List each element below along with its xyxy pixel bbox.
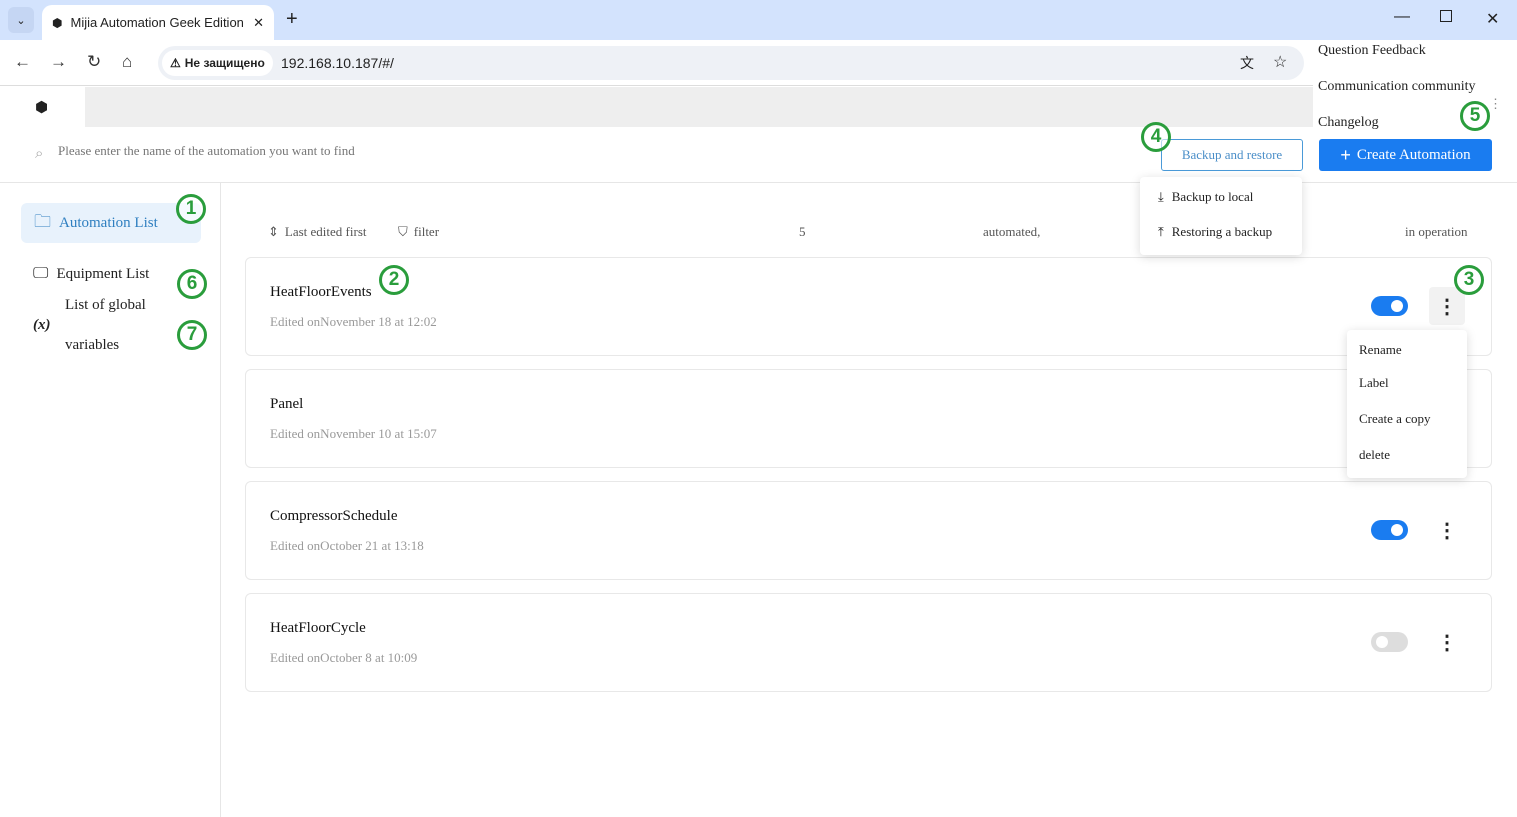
automation-edited: Edited onOctober 8 at 10:09: [270, 650, 418, 665]
app-logo-icon: ⬢: [35, 100, 49, 116]
label-item[interactable]: Label: [1347, 375, 1401, 391]
menu-communication-community[interactable]: Communication community: [1318, 79, 1476, 95]
automation-card[interactable]: CompressorSchedule Edited onOctober 21 a…: [245, 481, 1492, 580]
backup-menu: ⤓ Backup to local ⤒ Restoring a backup: [1140, 177, 1302, 255]
menu-label: Restoring a backup: [1171, 224, 1273, 239]
security-chip[interactable]: ⚠ Не защищено: [162, 50, 273, 76]
automation-edited: Edited onNovember 10 at 15:07: [270, 426, 437, 441]
tab-list-button[interactable]: ⌄: [8, 7, 34, 33]
more-options-icon[interactable]: ⋮: [1429, 287, 1465, 325]
annotation-marker: 3: [1454, 265, 1484, 295]
delete-item[interactable]: delete: [1347, 447, 1402, 463]
translate-icon[interactable]: 文: [1240, 53, 1254, 73]
annotation-marker: 6: [177, 269, 207, 299]
filter-label: filter: [413, 224, 440, 239]
enable-toggle[interactable]: [1371, 296, 1408, 316]
maximize-button[interactable]: [1440, 10, 1452, 22]
menu-label: Backup to local: [1171, 189, 1254, 204]
url-text[interactable]: 192.168.10.187/#/: [281, 55, 394, 71]
context-menu: Rename Label Create a copy delete: [1347, 330, 1467, 478]
reload-icon[interactable]: ↻: [87, 52, 101, 72]
automation-name: CompressorSchedule: [270, 508, 398, 524]
download-icon: ⤓: [1158, 189, 1164, 204]
automation-card[interactable]: Panel Edited onNovember 10 at 15:07: [245, 369, 1492, 468]
devices-icon: 🖵: [33, 265, 49, 282]
sidebar-label: variables: [65, 337, 120, 353]
upload-icon: ⤒: [1158, 224, 1164, 239]
more-options-icon[interactable]: ⋮: [1429, 511, 1465, 549]
count-label: automated,: [983, 224, 1041, 239]
tab-title: Mijia Automation Geek Edition: [70, 15, 244, 30]
automation-edited: Edited onNovember 18 at 12:02: [270, 314, 437, 329]
filter-button[interactable]: ⛉ filter: [398, 224, 439, 240]
sidebar-label: List of global: [65, 297, 146, 313]
sidebar-item-equipment-list[interactable]: 🖵 Equipment List: [33, 265, 149, 283]
bookmark-star-icon[interactable]: ☆: [1273, 52, 1287, 72]
annotation-marker: 2: [379, 265, 409, 295]
enable-toggle[interactable]: [1371, 520, 1408, 540]
annotation-marker: 7: [177, 320, 207, 350]
close-tab-icon[interactable]: ✕: [253, 15, 264, 31]
menu-question-feedback[interactable]: Question Feedback: [1318, 43, 1426, 59]
automation-edited: Edited onOctober 21 at 13:18: [270, 538, 424, 553]
sort-button[interactable]: ⇕ Last edited first: [268, 224, 367, 240]
variable-icon: (x): [33, 317, 51, 333]
close-window-button[interactable]: ✕: [1486, 9, 1499, 29]
annotation-marker: 1: [176, 194, 206, 224]
sidebar-label: Automation List: [59, 214, 158, 231]
favicon-icon: ⬢: [52, 15, 63, 30]
sidebar-label: Equipment List: [56, 265, 150, 282]
header-more-icon[interactable]: ⋮: [1489, 96, 1502, 112]
create-automation-button[interactable]: + Create Automation: [1319, 139, 1492, 171]
rename-item[interactable]: Rename: [1347, 342, 1414, 358]
enable-toggle[interactable]: [1371, 632, 1408, 652]
create-automation-label: Create Automation: [1356, 146, 1471, 163]
automation-name: HeatFloorEvents: [270, 284, 372, 300]
restore-backup-item[interactable]: ⤒ Restoring a backup: [1146, 222, 1284, 242]
home-icon[interactable]: ⌂: [122, 52, 132, 72]
automation-count: 5: [799, 224, 806, 239]
backup-to-local-item[interactable]: ⤓ Backup to local: [1146, 187, 1265, 207]
status-label: in operation: [1405, 224, 1468, 239]
annotation-marker: 4: [1141, 122, 1171, 152]
copy-item[interactable]: Create a copy: [1347, 411, 1442, 427]
forward-icon[interactable]: →: [50, 52, 67, 72]
automation-name: HeatFloorCycle: [270, 620, 366, 636]
plus-icon: +: [1340, 144, 1351, 165]
back-icon[interactable]: ←: [14, 52, 31, 72]
folder-icon: 🗀: [34, 211, 51, 231]
search-input[interactable]: [58, 143, 658, 159]
warning-icon: ⚠: [170, 56, 181, 70]
backup-restore-button[interactable]: Backup and restore: [1161, 139, 1303, 171]
browser-tab[interactable]: ⬢ Mijia Automation Geek Edition ✕: [42, 5, 274, 40]
sidebar-item-automation-list[interactable]: 🗀 Automation List: [21, 203, 201, 243]
sort-icon: ⇕: [268, 224, 279, 239]
sort-label: Last edited first: [284, 224, 367, 239]
new-tab-button[interactable]: +: [286, 8, 298, 31]
annotation-marker: 5: [1460, 101, 1490, 131]
automation-name: Panel: [270, 396, 304, 412]
sidebar-item-global-variables[interactable]: (x) List of global variables: [33, 295, 173, 357]
automation-card[interactable]: HeatFloorCycle Edited onOctober 8 at 10:…: [245, 593, 1492, 692]
filter-icon: ⛉: [398, 224, 408, 239]
security-label: Не защищено: [184, 56, 265, 70]
app-header-strip: [85, 87, 1517, 127]
search-icon: ⌕: [35, 145, 44, 162]
more-options-icon[interactable]: ⋮: [1429, 623, 1465, 661]
automation-card[interactable]: HeatFloorEvents Edited onNovember 18 at …: [245, 257, 1492, 356]
minimize-button[interactable]: —: [1394, 8, 1410, 26]
